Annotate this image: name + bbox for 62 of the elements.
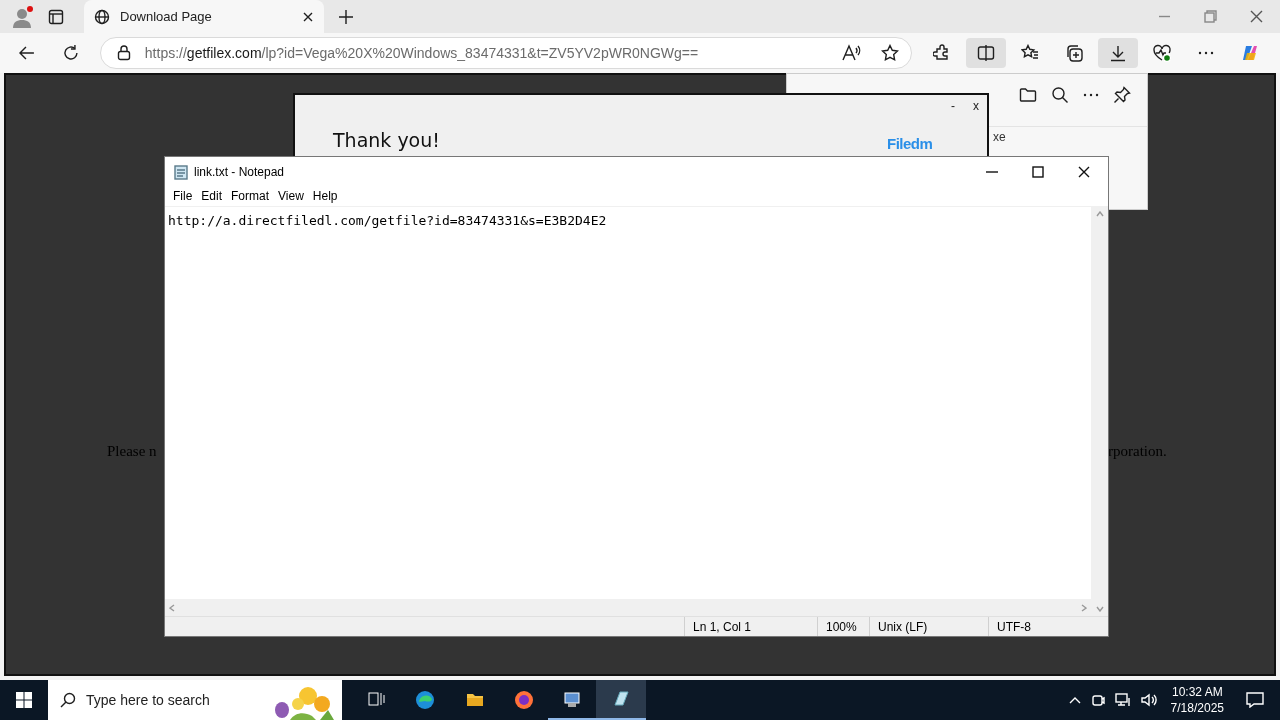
menu-item[interactable]: Edit [197,187,227,205]
collections-icon [1065,44,1083,62]
menu-item[interactable]: View [274,187,308,205]
taskbar-app-button[interactable] [596,680,646,720]
status-text: Unix (LF) [878,618,928,636]
notification-icon[interactable] [1246,692,1264,708]
profile-icon[interactable] [10,4,34,29]
taskbar-search-field[interactable]: Type here to search [48,680,342,720]
globe-icon [94,8,110,25]
scroll-down-icon [1095,606,1104,612]
menu-item[interactable]: File [169,187,197,205]
dialog-control-button[interactable]: - [949,97,957,115]
toolbar-button[interactable] [1098,38,1138,68]
url-text: https://getfilex.com/lp?id=Vega%20X%20Windows_83474331&t=ZV5YV2pWR0NGWg== [144,43,700,63]
search-icon [60,692,76,708]
new-tab-icon[interactable] [338,8,354,25]
favorite-star-icon[interactable] [881,44,899,62]
clock[interactable]: 10:32 AM 7/18/2025 [1166,684,1228,716]
back-icon[interactable] [18,44,36,62]
network-icon[interactable] [1114,693,1131,707]
dialog-control-button[interactable]: x [971,97,981,115]
scroll-right-icon [1081,603,1087,612]
browser-tab[interactable]: Download Page [84,0,324,33]
document-text: http://a.directfiledl.com/getfile?id=83474331&s=E3B2D4E2 [168,213,607,228]
more-icon[interactable] [1083,93,1099,97]
vertical-scrollbar[interactable] [1091,207,1108,616]
pin-icon[interactable] [1113,86,1131,104]
logo: Filedm [887,134,933,154]
read-aloud-icon[interactable] [841,44,861,62]
heartbeat-icon [1153,44,1171,62]
restore-icon[interactable] [1204,10,1217,23]
folder-icon[interactable] [1019,87,1037,103]
close-icon[interactable] [1078,165,1090,178]
tab-actions-icon[interactable] [48,8,64,25]
horizontal-scrollbar[interactable] [165,599,1091,616]
download-item-text: xe [993,129,1006,146]
close-icon[interactable] [1250,10,1263,23]
search-icon[interactable] [1051,86,1069,104]
text-area[interactable]: http://a.directfiledl.com/getfile?id=83474331&s=E3B2D4E2 [165,207,1091,599]
windows-start-icon[interactable] [16,692,32,708]
address-bar[interactable]: https://getfilex.com/lp?id=Vega%20X%20Windows_83474331&t=ZV5YV2pWR0NGWg== [99,37,912,69]
close-icon[interactable] [302,10,314,23]
status-text: UTF-8 [997,618,1031,636]
status-text: Ln 1, Col 1 [693,618,752,636]
scroll-up-icon [1095,211,1104,217]
split-screen-icon [977,44,995,62]
lock-icon [116,45,131,61]
toolbar-button[interactable] [966,38,1006,68]
scroll-left-icon [169,603,175,612]
refresh-icon[interactable] [61,44,80,62]
menu-item[interactable]: Help [308,187,342,205]
maximize-icon[interactable] [1032,165,1044,178]
dialog-title: Thank you! [333,129,440,151]
status-text: 100% [826,618,857,636]
favorites-icon [1021,44,1039,62]
more-icon [1198,51,1214,55]
puzzle-icon [933,44,951,62]
download-icon [1109,44,1127,62]
window-title: link.txt - Notepad [194,163,286,181]
volume-icon[interactable] [1140,693,1157,707]
chevron-up-icon[interactable] [1068,696,1081,704]
menu-item[interactable]: Format [227,187,274,205]
